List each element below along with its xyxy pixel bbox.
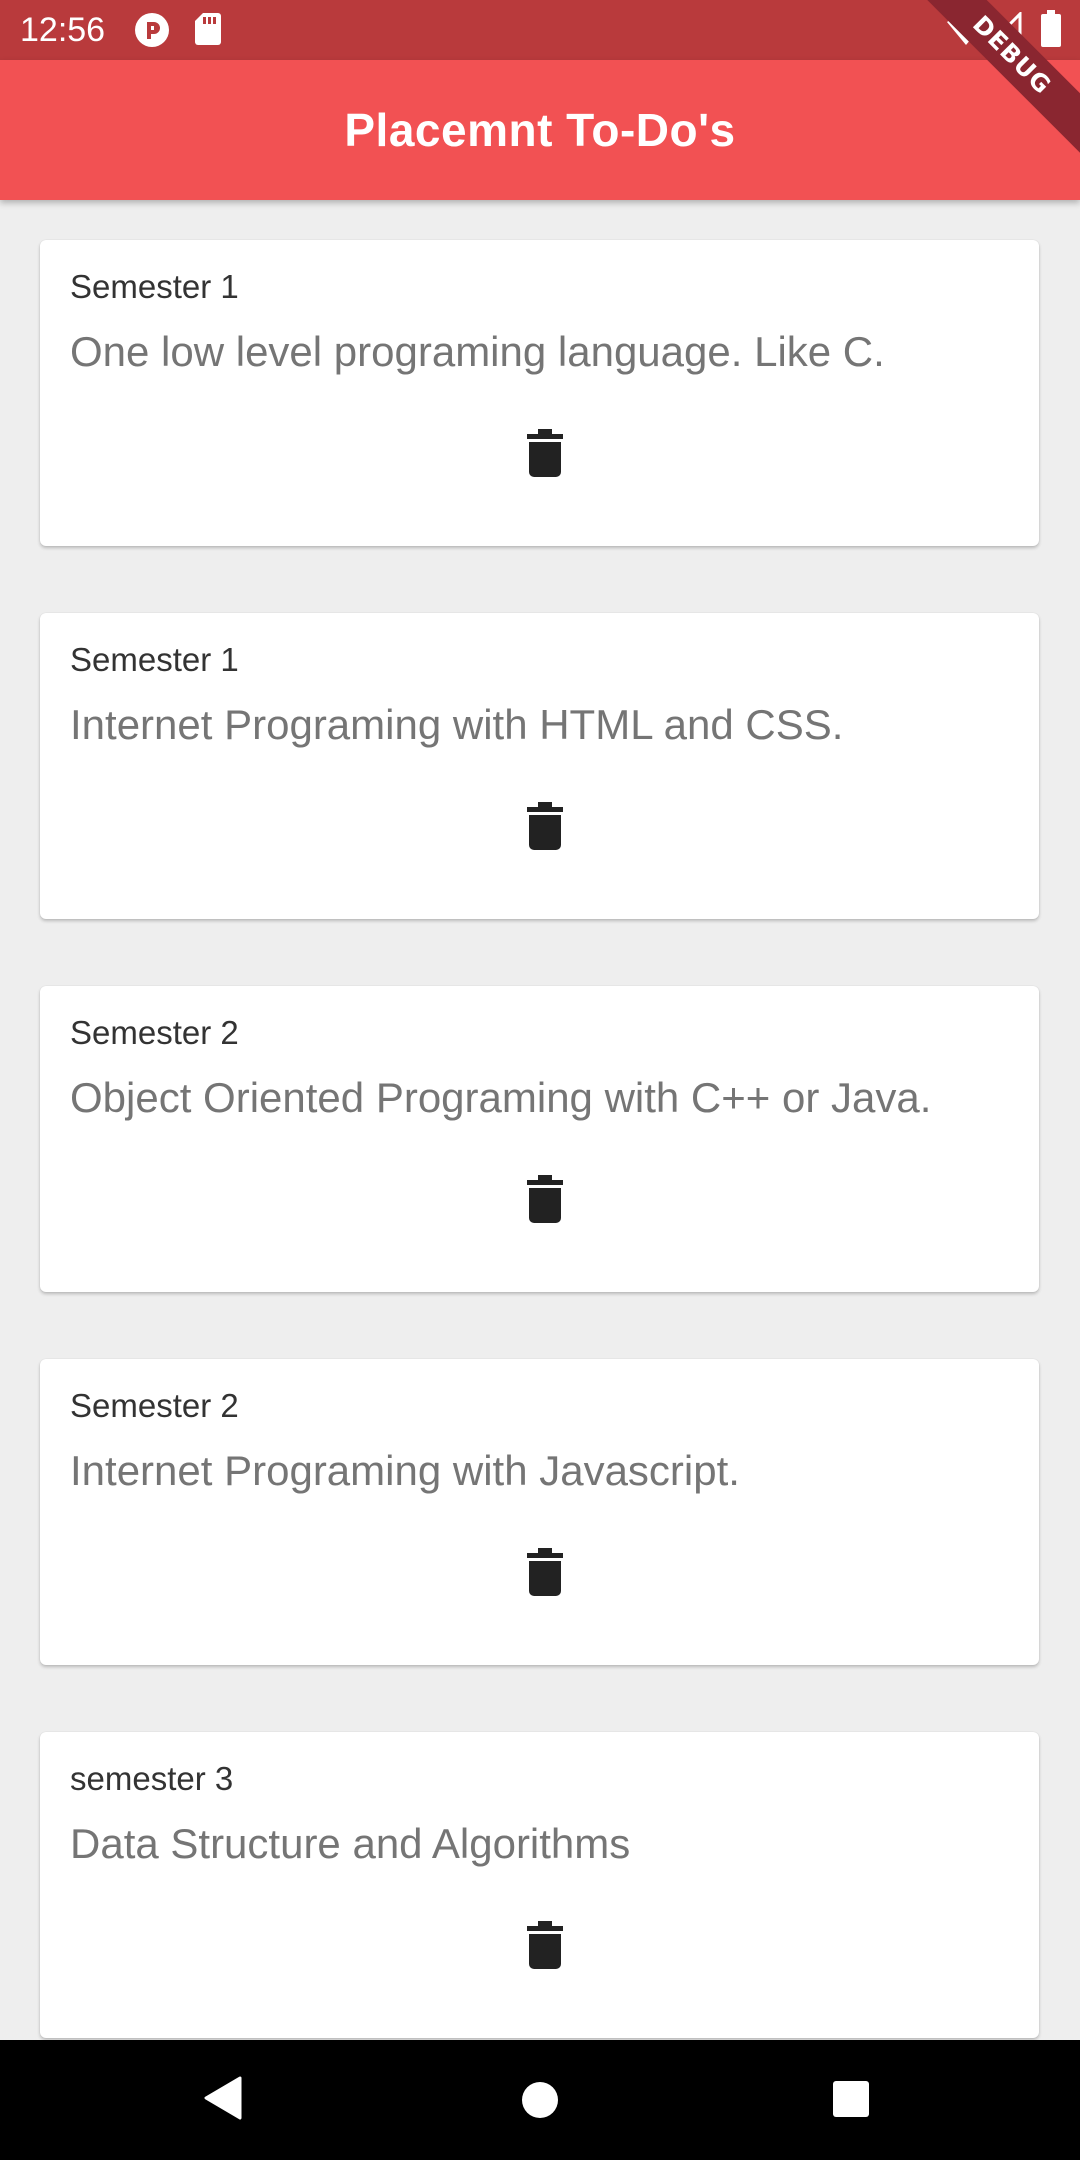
delete-button[interactable]	[515, 420, 575, 486]
navigation-bar	[0, 2040, 1080, 2160]
home-icon	[522, 2082, 558, 2118]
todo-card[interactable]: Semester 2 Object Oriented Programing wi…	[40, 986, 1039, 1292]
signal-icon	[986, 10, 1022, 51]
battery-icon	[1040, 10, 1062, 53]
pocket-casts-icon	[134, 12, 170, 53]
todo-list[interactable]: Semester 1 One low level programing lang…	[0, 200, 1080, 2040]
todo-semester: semester 3	[70, 1760, 234, 1797]
delete-button[interactable]	[515, 1166, 575, 1232]
sd-card-icon	[194, 12, 222, 51]
todo-text: One low level programing language. Like …	[70, 328, 885, 375]
todo-card[interactable]: Semester 1 Internet Programing with HTML…	[40, 613, 1039, 919]
trash-icon	[527, 802, 563, 850]
app-bar: Placemnt To-Do's	[0, 60, 1080, 200]
todo-card[interactable]: Semester 2 Internet Programing with Java…	[40, 1359, 1039, 1665]
back-icon	[204, 2076, 242, 2120]
trash-icon	[527, 1921, 563, 1969]
page-title: Placemnt To-Do's	[344, 104, 736, 156]
todo-card[interactable]: Semester 1 One low level programing lang…	[40, 240, 1039, 546]
delete-button[interactable]	[515, 793, 575, 859]
home-button[interactable]	[520, 2080, 560, 2125]
todo-text: Object Oriented Programing with C++ or J…	[70, 1074, 932, 1121]
todo-semester: Semester 2	[70, 1014, 239, 1051]
todo-text: Data Structure and Algorithms	[70, 1820, 631, 1867]
recents-button[interactable]	[832, 2080, 870, 2123]
todo-semester: Semester 1	[70, 268, 239, 305]
status-time: 12:56	[20, 11, 106, 49]
todo-text: Internet Programing with HTML and CSS.	[70, 701, 844, 748]
back-button[interactable]	[202, 2076, 242, 2125]
todo-semester: Semester 2	[70, 1387, 239, 1424]
todo-semester: Semester 1	[70, 641, 239, 678]
trash-icon	[527, 1548, 563, 1596]
status-bar: 12:56	[0, 0, 1080, 60]
delete-button[interactable]	[515, 1912, 575, 1978]
todo-card[interactable]: semester 3 Data Structure and Algorithms	[40, 1732, 1039, 2038]
trash-icon	[527, 1175, 563, 1223]
trash-icon	[527, 429, 563, 477]
todo-text: Internet Programing with Javascript.	[70, 1447, 740, 1494]
recents-icon	[833, 2081, 869, 2117]
delete-button[interactable]	[515, 1539, 575, 1605]
wifi-icon	[946, 14, 986, 51]
